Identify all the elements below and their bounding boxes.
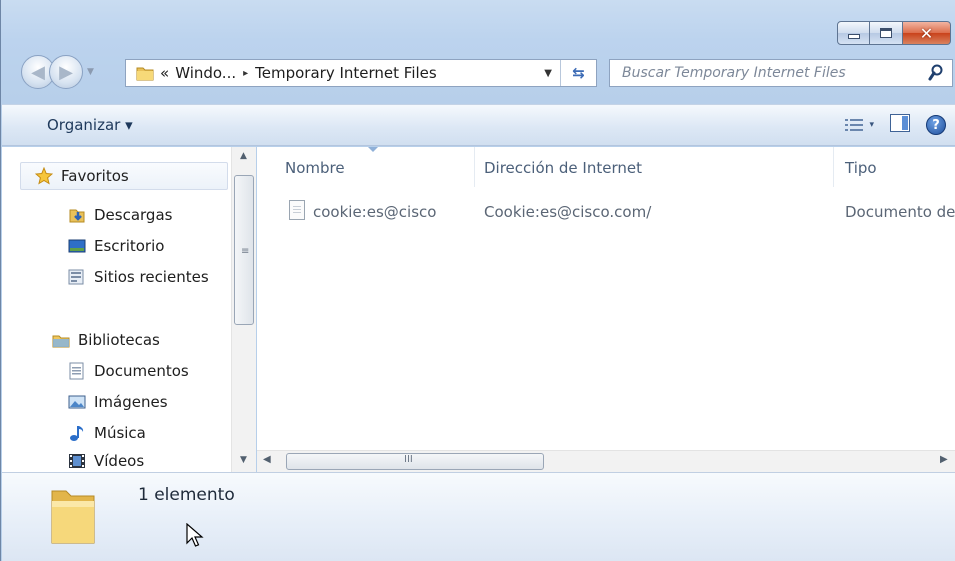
organize-menu-button[interactable]: Organizar ▾	[47, 116, 133, 134]
details-pane: 1 elemento	[2, 472, 955, 561]
address-overflow-chevron[interactable]: «	[160, 64, 169, 82]
recent-places-icon	[68, 268, 86, 286]
view-dropdown-icon: ▾	[869, 120, 874, 130]
breadcrumb-windows[interactable]: Windo...	[175, 64, 236, 82]
search-box	[609, 59, 953, 87]
close-icon: ✕	[919, 23, 934, 43]
text-document-icon	[289, 200, 305, 220]
music-icon	[68, 424, 86, 442]
nav-item-label: Documentos	[94, 362, 189, 380]
documents-icon	[68, 362, 86, 380]
desktop-icon	[68, 237, 86, 255]
folder-large-icon	[50, 487, 96, 549]
address-dropdown-icon[interactable]: ▼	[544, 68, 552, 79]
help-button[interactable]: ?	[926, 115, 946, 135]
column-header-direccion[interactable]: Dirección de Internet	[484, 159, 642, 177]
horizontal-scrollbar-thumb[interactable]: III	[286, 453, 544, 470]
scroll-left-arrow-icon[interactable]: ◀	[263, 454, 271, 465]
scrollbar-thumb[interactable]: ≡	[234, 175, 254, 325]
close-button[interactable]: ✕	[903, 21, 951, 45]
file-list-horizontal-scrollbar[interactable]: ◀ III ▶	[257, 450, 955, 472]
scroll-down-arrow-icon[interactable]: ▼	[240, 455, 247, 465]
preview-pane-icon	[890, 114, 910, 132]
nav-item-sitios-recientes[interactable]: Sitios recientes	[68, 263, 209, 291]
column-header-tipo[interactable]: Tipo	[845, 159, 877, 177]
nav-item-label: Bibliotecas	[78, 331, 160, 349]
nav-item-imagenes[interactable]: Imágenes	[68, 388, 168, 416]
column-divider[interactable]	[833, 147, 834, 187]
navigation-pane: Favoritos Descargas Escritorio Sitios re…	[2, 147, 256, 472]
file-name: cookie:es@cisco	[313, 203, 437, 221]
change-view-button[interactable]: ▾	[845, 118, 874, 132]
videos-icon	[68, 452, 86, 470]
address-bar[interactable]: « Windo... ▸ Temporary Internet Files ▼ …	[125, 59, 597, 87]
recent-pages-dropdown-icon[interactable]: ▼	[87, 67, 94, 77]
maximize-button[interactable]	[870, 21, 903, 45]
explorer-window: ✕ ◀ ▶ ▼ « Windo... ▸ Temporary Internet …	[0, 0, 955, 561]
nav-item-favoritos[interactable]: Favoritos	[20, 162, 228, 190]
file-type: Documento de	[845, 203, 955, 221]
scroll-right-arrow-icon[interactable]: ▶	[940, 454, 948, 465]
file-list-pane: Nombre Dirección de Internet Tipo cookie…	[257, 147, 955, 472]
refresh-icon: ⇆	[572, 64, 585, 82]
column-divider[interactable]	[474, 147, 475, 187]
nav-item-escritorio[interactable]: Escritorio	[68, 232, 164, 260]
folder-icon	[136, 65, 154, 81]
scrollbar-grip-icon: III	[404, 454, 413, 465]
nav-item-label: Escritorio	[94, 237, 165, 255]
column-header-row: Nombre Dirección de Internet Tipo	[257, 147, 955, 189]
search-icon[interactable]	[928, 64, 944, 86]
command-bar-right: ▾ ?	[845, 114, 946, 136]
sort-ascending-icon	[368, 147, 378, 152]
caption-buttons: ✕	[837, 21, 951, 45]
downloads-icon	[68, 206, 86, 224]
navigation-tree: Favoritos Descargas Escritorio Sitios re…	[2, 147, 230, 472]
nav-item-label: Descargas	[94, 206, 173, 224]
command-bar: Organizar ▾ ▾ ?	[2, 104, 955, 146]
search-input[interactable]	[622, 65, 917, 81]
nav-item-musica[interactable]: Música	[68, 419, 146, 447]
mouse-cursor-icon	[186, 522, 204, 553]
nav-item-label: Favoritos	[61, 167, 129, 185]
libraries-icon	[52, 331, 70, 349]
breadcrumb-temporary-internet-files[interactable]: Temporary Internet Files	[255, 64, 437, 82]
nav-item-label: Sitios recientes	[94, 268, 209, 286]
back-arrow-icon: ◀	[31, 61, 45, 83]
scroll-up-arrow-icon[interactable]: ▲	[240, 151, 247, 161]
nav-item-label: Imágenes	[94, 393, 168, 411]
column-header-nombre[interactable]: Nombre	[285, 159, 345, 177]
view-details-icon	[845, 119, 864, 131]
preview-pane-button[interactable]	[890, 114, 910, 136]
forward-button[interactable]: ▶	[49, 55, 83, 89]
maximize-icon	[880, 28, 892, 38]
item-count: 1 elemento	[138, 485, 235, 505]
forward-arrow-icon: ▶	[59, 61, 73, 83]
nav-item-label: Música	[94, 424, 146, 442]
file-internet-address: Cookie:es@cisco.com/	[484, 203, 652, 221]
minimize-button[interactable]	[837, 21, 870, 45]
nav-item-videos[interactable]: Vídeos	[68, 447, 144, 475]
pictures-icon	[68, 393, 86, 411]
minimize-icon	[847, 34, 860, 39]
file-row[interactable]: cookie:es@cisco Cookie:es@cisco.com/ Doc…	[257, 199, 955, 227]
nav-item-documentos[interactable]: Documentos	[68, 357, 189, 385]
scrollbar-grip-icon: ≡	[241, 246, 250, 257]
navigation-buttons: ◀ ▶ ▼	[21, 54, 94, 90]
nav-item-descargas[interactable]: Descargas	[68, 201, 172, 229]
breadcrumb-separator-icon[interactable]: ▸	[243, 68, 248, 79]
refresh-button[interactable]: ⇆	[560, 60, 596, 86]
nav-item-label: Vídeos	[94, 452, 145, 470]
star-icon	[34, 166, 54, 185]
nav-item-bibliotecas[interactable]: Bibliotecas	[52, 326, 160, 354]
navigation-vertical-scrollbar[interactable]: ▲ ≡ ▼	[231, 147, 256, 472]
